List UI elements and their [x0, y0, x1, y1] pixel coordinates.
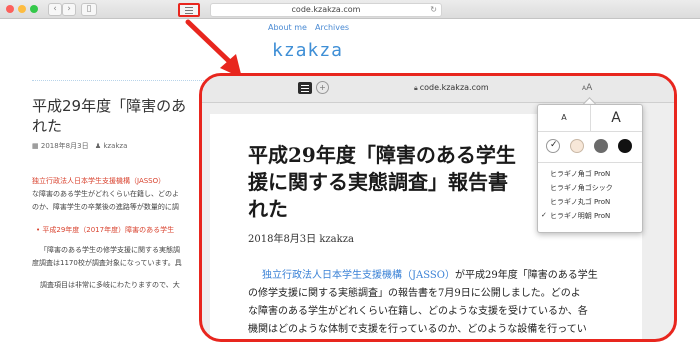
theme-sepia-swatch[interactable] — [570, 139, 584, 153]
back-icon[interactable]: ‹ — [48, 3, 62, 16]
nav-link-archives[interactable]: Archives — [315, 23, 349, 32]
check-icon: ✓ — [550, 140, 558, 150]
new-tab-icon[interactable]: + — [316, 81, 329, 94]
site-logo[interactable]: kzakza — [272, 40, 343, 61]
refresh-icon[interactable]: ↻ — [430, 4, 437, 16]
font-option-selected[interactable]: ✓ ヒラギノ明朝 ProN — [541, 211, 611, 221]
font-option[interactable]: ヒラギノ角ゴ ProN — [550, 169, 610, 179]
author: kzakza — [103, 142, 128, 150]
background-text-line[interactable]: 独立行政法人日本学生支援機構（JASSO） — [32, 176, 165, 186]
user-icon: ♟ — [94, 142, 102, 150]
reader-paragraph-line: 機関はどのような体制で支援を行っているのか、どのような設備を行ってい — [248, 324, 587, 335]
background-text-line: 度調査は1170校が調査対象になっています。具 — [32, 259, 182, 267]
nav-link-about[interactable]: About me — [268, 23, 307, 32]
theme-white-swatch[interactable]: ✓ — [546, 139, 560, 153]
title-line: 援に関する実態調査」報告書 — [248, 170, 508, 194]
text-span: が平成29年度「障害のある学生 — [454, 270, 598, 281]
reader-paragraph-line: の修学支援に関する実態調査」の報告書を7月9日に公開しました。どのよ — [248, 288, 581, 299]
background-text-line: のか、障害学生の卒業後の進路等が数量的に調 — [32, 203, 179, 211]
jasso-link[interactable]: 独立行政法人日本学生支援機構（JASSO） — [262, 270, 455, 281]
background-article-title[interactable]: 平成29年度「障害のあ れた — [32, 96, 202, 136]
check-icon: ✓ — [541, 211, 547, 219]
background-browser-toolbar: ‹ › ▯ code.kzakza.com ↻ — [0, 0, 700, 19]
background-article-meta: ▦ 2018年8月3日 ♟ kzakza — [32, 141, 127, 151]
address-text: code.kzakza.com — [291, 5, 361, 14]
background-text-line: 「障害のある学生の修学支援に関する実態調 — [40, 246, 180, 254]
reader-article-meta: 2018年8月3日 kzakza — [248, 234, 354, 245]
reader-article-title: 平成29年度「障害のある学生 援に関する実態調査」報告書 れた — [248, 142, 548, 223]
theme-night-swatch[interactable] — [618, 139, 632, 153]
reader-toolbar: + 🔒︎ code.kzakza.com AA — [202, 76, 674, 103]
appearance-popover: A A ✓ ヒラギノ角ゴ ProN ヒラギノ角ゴシック ヒラギノ丸ゴ ProN … — [537, 104, 643, 233]
background-text-line: な障害のある学生がどれくらい在籍し、どのよ — [32, 190, 179, 198]
theme-gray-swatch[interactable] — [594, 139, 608, 153]
large-a-glyph: A — [586, 83, 593, 93]
reader-address-text: code.kzakza.com — [419, 83, 489, 92]
lock-icon: 🔒︎ — [414, 84, 418, 92]
reader-view-active-button[interactable] — [298, 82, 312, 94]
forward-icon[interactable]: › — [62, 3, 76, 16]
sidebar-icon[interactable]: ▯ — [81, 3, 97, 16]
title-line: れた — [248, 197, 288, 221]
title-line: れた — [32, 117, 63, 135]
reader-paragraph-line: な障害のある学生がどれくらい在籍し、どのような支援を受けているか、各 — [248, 306, 588, 317]
calendar-icon: ▦ — [32, 142, 39, 150]
divider — [538, 131, 642, 132]
date: 2018年8月3日 — [40, 142, 89, 150]
reader-paragraph-line: 独立行政法人日本学生支援機構（JASSO）が平成29年度「障害のある学生 — [262, 266, 662, 281]
link-text: 平成29年度（2017年度）障害のある学生 — [42, 226, 175, 234]
appearance-button[interactable]: AA — [582, 83, 592, 93]
title-line: 平成29年度「障害のあ — [32, 97, 187, 115]
divider — [538, 162, 642, 163]
background-text-line: 調査項目は非常に多岐にわたりますので、大 — [40, 281, 180, 289]
reader-view-panel: + 🔒︎ code.kzakza.com AA 平成29年度「障害のある学生 援に… — [199, 73, 677, 342]
reader-address-bar[interactable]: 🔒︎ code.kzakza.com — [414, 83, 489, 93]
increase-font-size-button[interactable]: A — [590, 105, 642, 131]
background-list-link[interactable]: • 平成29年度（2017年度）障害のある学生 — [36, 225, 174, 235]
reader-view-button[interactable] — [178, 3, 200, 17]
font-label: ヒラギノ明朝 ProN — [550, 212, 611, 220]
font-option[interactable]: ヒラギノ丸ゴ ProN — [550, 197, 610, 207]
address-bar[interactable]: code.kzakza.com ↻ — [210, 3, 442, 17]
close-window-button[interactable] — [6, 5, 14, 13]
font-option[interactable]: ヒラギノ角ゴシック — [550, 183, 613, 193]
title-line: 平成29年度「障害のある学生 — [248, 143, 516, 167]
zoom-window-button[interactable] — [30, 5, 38, 13]
minimize-window-button[interactable] — [18, 5, 26, 13]
decrease-font-size-button[interactable]: A — [538, 105, 591, 131]
